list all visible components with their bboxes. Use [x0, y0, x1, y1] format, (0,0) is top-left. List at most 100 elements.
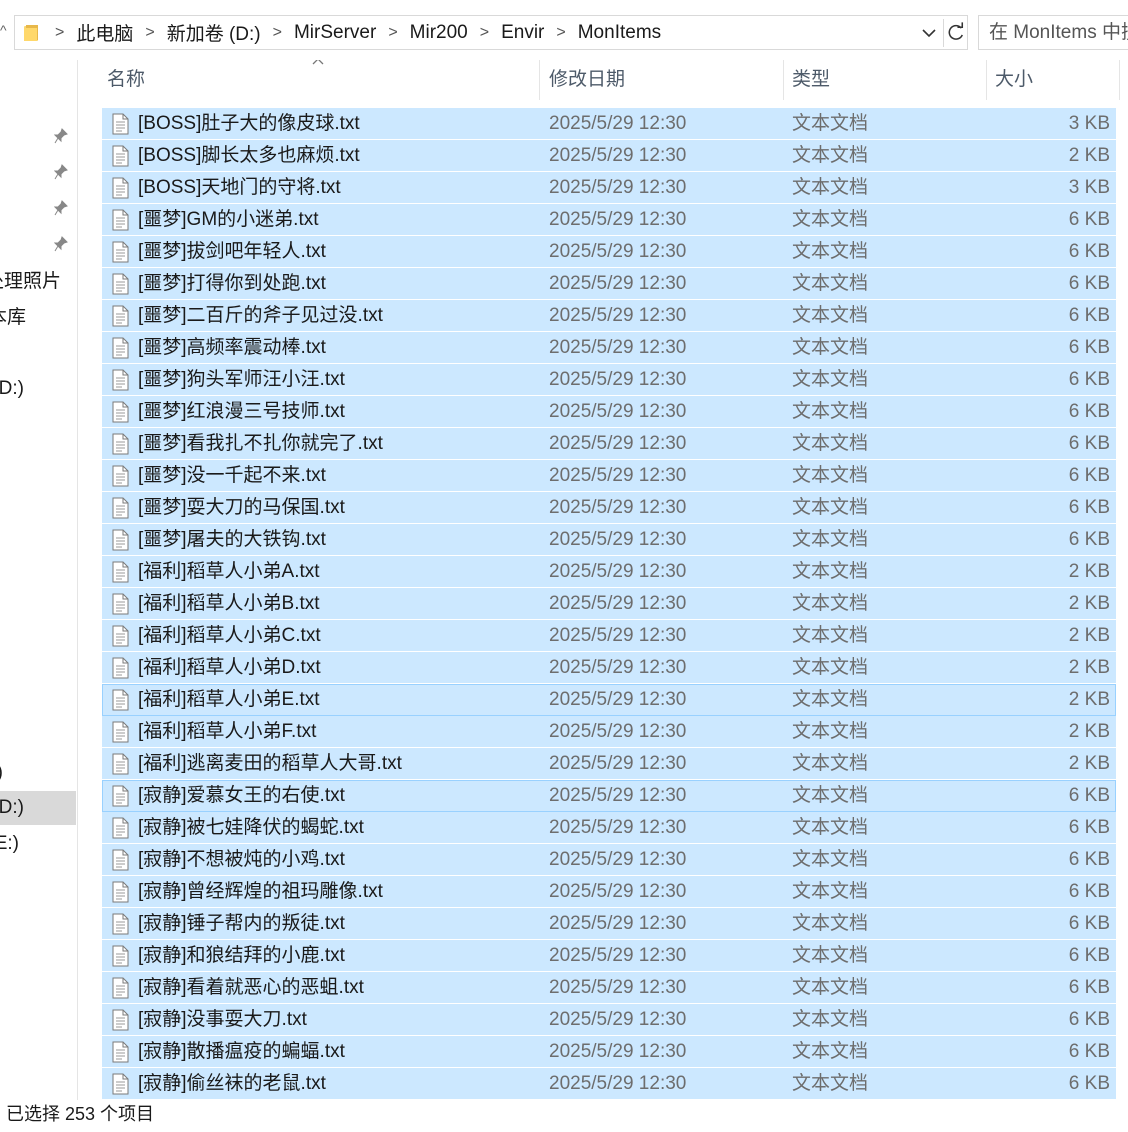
file-size: 6 KB	[1068, 305, 1110, 326]
column-header-date[interactable]: 修改日期	[544, 60, 784, 100]
file-size: 6 KB	[1068, 209, 1110, 230]
file-type: 文本文档	[792, 369, 869, 390]
table-row[interactable]: [寂静]不想被炖的小鸡.txt 2025/5/29 12:30 文本文档 6 KB	[102, 844, 1116, 876]
table-row[interactable]: [寂静]没事耍大刀.txt 2025/5/29 12:30 文本文档 6 KB	[102, 1004, 1116, 1036]
table-row[interactable]: [噩梦]狗头军师汪小汪.txt 2025/5/29 12:30 文本文档 6 KB	[102, 364, 1116, 396]
file-size: 6 KB	[1068, 433, 1110, 454]
table-row[interactable]: [寂静]曾经辉煌的祖玛雕像.txt 2025/5/29 12:30 文本文档 6 KB	[102, 876, 1116, 908]
table-row[interactable]: [噩梦]屠夫的大铁钩.txt 2025/5/29 12:30 文本文档 6 KB	[102, 524, 1116, 556]
table-row[interactable]: [福利]稻草人小弟A.txt 2025/5/29 12:30 文本文档 2 KB	[102, 556, 1116, 588]
file-name: [福利]稻草人小弟F.txt	[138, 721, 317, 742]
table-row[interactable]: [福利]稻草人小弟C.txt 2025/5/29 12:30 文本文档 2 KB	[102, 620, 1116, 652]
pin-icon[interactable]	[54, 128, 68, 144]
table-row[interactable]: [BOSS]脚长太多也麻烦.txt 2025/5/29 12:30 文本文档 2 KB	[102, 140, 1116, 172]
nav-item[interactable]: )	[0, 756, 76, 790]
table-row[interactable]: [福利]稻草人小弟D.txt 2025/5/29 12:30 文本文档 2 KB	[102, 652, 1116, 684]
file-type: 文本文档	[792, 881, 869, 902]
nav-item[interactable]: 本库	[0, 301, 76, 335]
table-row[interactable]: [噩梦]拔剑吧年轻人.txt 2025/5/29 12:30 文本文档 6 KB	[102, 236, 1116, 268]
column-header-size[interactable]: 大小	[990, 60, 1120, 100]
file-date: 2025/5/29 12:30	[549, 369, 687, 390]
file-type: 文本文档	[792, 1073, 869, 1094]
file-name: [噩梦]二百斤的斧子见过没.txt	[138, 305, 383, 326]
table-row[interactable]: [寂静]和狼结拜的小鹿.txt 2025/5/29 12:30 文本文档 6 KB	[102, 940, 1116, 972]
file-type: 文本文档	[792, 529, 869, 550]
file-name: [噩梦]耍大刀的马保国.txt	[138, 497, 345, 518]
table-row[interactable]: [寂静]散播瘟疫的蝙蝠.txt 2025/5/29 12:30 文本文档 6 KB	[102, 1036, 1116, 1068]
chevron-right-icon[interactable]: >	[137, 24, 162, 42]
file-date: 2025/5/29 12:30	[549, 1009, 687, 1030]
breadcrumb-item[interactable]: 此电脑	[72, 19, 137, 46]
chevron-right-icon[interactable]: >	[472, 24, 497, 42]
table-row[interactable]: [噩梦]GM的小迷弟.txt 2025/5/29 12:30 文本文档 6 KB	[102, 204, 1116, 236]
refresh-icon[interactable]	[943, 19, 969, 47]
file-type: 文本文档	[792, 497, 869, 518]
text-file-icon	[109, 529, 131, 551]
table-row[interactable]: [福利]稻草人小弟E.txt 2025/5/29 12:30 文本文档 2 KB	[102, 684, 1116, 716]
file-type: 文本文档	[792, 849, 869, 870]
file-date: 2025/5/29 12:30	[549, 113, 687, 134]
pin-icon[interactable]	[54, 200, 68, 216]
table-row[interactable]: [噩梦]没一千起不来.txt 2025/5/29 12:30 文本文档 6 KB	[102, 460, 1116, 492]
text-file-icon	[109, 1073, 131, 1095]
search-input[interactable]	[979, 16, 1128, 49]
breadcrumb-item[interactable]: Mir200	[406, 22, 472, 44]
file-type: 文本文档	[792, 817, 869, 838]
file-type: 文本文档	[792, 1009, 869, 1030]
file-size: 6 KB	[1068, 529, 1110, 550]
table-row[interactable]: [BOSS]肚子大的像皮球.txt 2025/5/29 12:30 文本文档 3 KB	[102, 108, 1116, 140]
table-row[interactable]: [BOSS]天地门的守将.txt 2025/5/29 12:30 文本文档 3 KB	[102, 172, 1116, 204]
table-row[interactable]: [噩梦]打得你到处跑.txt 2025/5/29 12:30 文本文档 6 KB	[102, 268, 1116, 300]
text-file-icon	[109, 177, 131, 199]
table-row[interactable]: [福利]逃离麦田的稻草人大哥.txt 2025/5/29 12:30 文本文档 2 K…	[102, 748, 1116, 780]
file-date: 2025/5/29 12:30	[549, 561, 687, 582]
table-row[interactable]: [噩梦]二百斤的斧子见过没.txt 2025/5/29 12:30 文本文档 6 KB	[102, 300, 1116, 332]
search-box[interactable]	[978, 15, 1128, 50]
table-row[interactable]: [噩梦]红浪漫三号技师.txt 2025/5/29 12:30 文本文档 6 KB	[102, 396, 1116, 428]
file-date: 2025/5/29 12:30	[549, 241, 687, 262]
chevron-right-icon[interactable]: >	[47, 24, 72, 42]
chevron-down-icon[interactable]	[918, 22, 940, 44]
chevron-right-icon[interactable]: >	[380, 24, 405, 42]
table-row[interactable]: [寂静]爱慕女王的右使.txt 2025/5/29 12:30 文本文档 6 KB	[102, 780, 1116, 812]
table-row[interactable]: [噩梦]高频率震动棒.txt 2025/5/29 12:30 文本文档 6 KB	[102, 332, 1116, 364]
column-header-name[interactable]: 名称	[102, 60, 540, 100]
address-bar[interactable]: > 此电脑 > 新加卷 (D:) > MirServer > Mir200 > …	[14, 15, 968, 50]
text-file-icon	[109, 1041, 131, 1063]
table-row[interactable]: [福利]稻草人小弟F.txt 2025/5/29 12:30 文本文档 2 KB	[102, 716, 1116, 748]
table-row[interactable]: [噩梦]看我扎不扎你就完了.txt 2025/5/29 12:30 文本文档 6 KB	[102, 428, 1116, 460]
file-size: 6 KB	[1068, 273, 1110, 294]
table-row[interactable]: [寂静]偷丝袜的老鼠.txt 2025/5/29 12:30 文本文档 6 KB	[102, 1068, 1116, 1100]
file-date: 2025/5/29 12:30	[549, 657, 687, 678]
nav-item[interactable]: (E:)	[0, 827, 76, 861]
folder-icon	[24, 25, 38, 41]
breadcrumb-item[interactable]: 新加卷 (D:)	[163, 19, 265, 46]
pin-icon[interactable]	[54, 236, 68, 252]
chevron-right-icon[interactable]: >	[548, 24, 573, 42]
file-type: 文本文档	[792, 145, 869, 166]
table-row[interactable]: [寂静]被七娃降伏的蝎蛇.txt 2025/5/29 12:30 文本文档 6 KB	[102, 812, 1116, 844]
file-date: 2025/5/29 12:30	[549, 753, 687, 774]
table-row[interactable]: [福利]稻草人小弟B.txt 2025/5/29 12:30 文本文档 2 KB	[102, 588, 1116, 620]
text-file-icon	[109, 625, 131, 647]
chevron-right-icon[interactable]: >	[265, 24, 290, 42]
nav-item[interactable]: (D:)	[0, 372, 76, 406]
nav-item[interactable]: 处理照片	[0, 265, 76, 299]
table-row[interactable]: [寂静]锤子帮内的叛徒.txt 2025/5/29 12:30 文本文档 6 KB	[102, 908, 1116, 940]
pin-icon[interactable]	[54, 164, 68, 180]
file-name: [福利]稻草人小弟B.txt	[138, 593, 320, 614]
breadcrumb-item[interactable]: MirServer	[290, 22, 380, 44]
table-row[interactable]: [噩梦]耍大刀的马保国.txt 2025/5/29 12:30 文本文档 6 KB	[102, 492, 1116, 524]
up-arrow-icon[interactable]: ^	[0, 22, 7, 38]
file-size: 6 KB	[1068, 817, 1110, 838]
text-file-icon	[109, 593, 131, 615]
table-row[interactable]: [寂静]看着就恶心的恶蛆.txt 2025/5/29 12:30 文本文档 6 KB	[102, 972, 1116, 1004]
nav-item[interactable]: (D:)	[0, 791, 76, 825]
column-header-type[interactable]: 类型	[787, 60, 987, 100]
text-file-icon	[109, 433, 131, 455]
breadcrumb-item[interactable]: MonItems	[574, 22, 665, 44]
file-type: 文本文档	[792, 1041, 869, 1062]
text-file-icon	[109, 497, 131, 519]
breadcrumb-item[interactable]: Envir	[497, 22, 548, 44]
text-file-icon	[109, 465, 131, 487]
